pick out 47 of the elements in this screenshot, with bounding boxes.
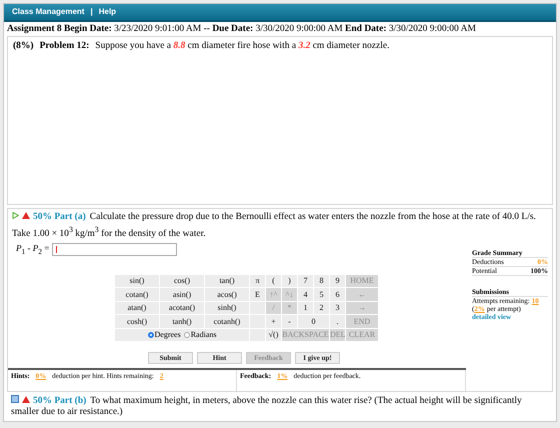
warning-icon xyxy=(22,212,30,220)
keypad-key[interactable]: 2 xyxy=(314,302,329,314)
keypad-key[interactable]: π xyxy=(250,274,265,287)
problem-weight: (8%) xyxy=(13,40,34,51)
keypad-key[interactable]: 5 xyxy=(314,288,329,300)
keypad-key[interactable]: √() xyxy=(266,328,281,341)
keypad-key[interactable]: acos() xyxy=(205,288,249,300)
keypad-key[interactable]: cotan() xyxy=(115,288,159,300)
keypad-key[interactable]: 4 xyxy=(298,288,313,300)
keypad-key[interactable]: 1 xyxy=(298,302,313,314)
problem-title: Problem 12: xyxy=(40,40,90,51)
keypad-key[interactable]: sin() xyxy=(115,274,159,287)
problem-text: Suppose you have a 8.8 cm diameter fire hose with a 3.2 cm diameter nozzle. xyxy=(95,40,390,51)
assignment-dates: Assignment 8 Begin Date: 3/23/2020 9:01:00 AM -- Due Date: 3/30/2020 9:00:00 AM End Date: 3/30/2020 9:00:00 AM xyxy=(6,22,477,36)
part-question: 50% Part (a) Calculate the pressure drop due to the Bernoulli effect as water enters the nozzle from the hose at the rate of 40.0 L/s. Take 1.00 × 10$^{3}$ kg/m$^{3}$ for the density of the water. xyxy=(11,211,537,240)
nav-separator: | xyxy=(90,7,93,16)
keypad-key[interactable]: 6 xyxy=(330,288,345,300)
nav-link[interactable]: Help xyxy=(98,7,116,16)
play-icon[interactable] xyxy=(12,212,19,220)
answer-field[interactable] xyxy=(52,242,178,256)
keypad-key[interactable]: 7 xyxy=(298,274,313,287)
keypad-key[interactable]: sinh() xyxy=(205,302,249,314)
keypad-key[interactable]: 9 xyxy=(330,274,345,287)
keypad-key[interactable]: 0 xyxy=(298,315,329,328)
keypad-key[interactable]: ) xyxy=(282,274,297,287)
nav-link[interactable]: Class Management xyxy=(12,7,84,16)
keypad-key[interactable]: tan() xyxy=(205,274,249,287)
angle-radio[interactable]: Radians xyxy=(184,330,216,340)
keypad-key[interactable]: + xyxy=(266,315,281,328)
keypad-key[interactable]: E xyxy=(250,288,265,300)
keypad-key[interactable]: cos() xyxy=(160,274,204,287)
keypad-key[interactable]: atan() xyxy=(115,302,159,314)
warning-icon xyxy=(22,396,30,403)
equation-label: P$_{1}$ - P$_{2}$ = xyxy=(16,242,50,256)
keypad-key[interactable]: ( xyxy=(266,274,281,287)
keypad-key[interactable]: - xyxy=(282,315,297,328)
keypad-key[interactable]: cotanh() xyxy=(205,315,249,328)
keypad-key[interactable]: 3 xyxy=(330,302,345,314)
keypad-key[interactable]: asin() xyxy=(160,288,204,300)
calculator-icon[interactable] xyxy=(11,395,19,403)
keypad-key[interactable]: tanh() xyxy=(160,315,204,328)
keypad-key[interactable]: 8 xyxy=(314,274,329,287)
keypad-key[interactable]: acotan() xyxy=(160,302,204,314)
part-question: 50% Part (b) To what maximum height, in meters, above the nozzle can this water rise? (The actual height will be significantly smaller due to air resistance.) xyxy=(10,394,523,419)
keypad-key[interactable]: . xyxy=(330,315,345,328)
angle-radio[interactable]: Degrees xyxy=(148,330,181,340)
keypad-key[interactable]: cosh() xyxy=(115,315,159,328)
